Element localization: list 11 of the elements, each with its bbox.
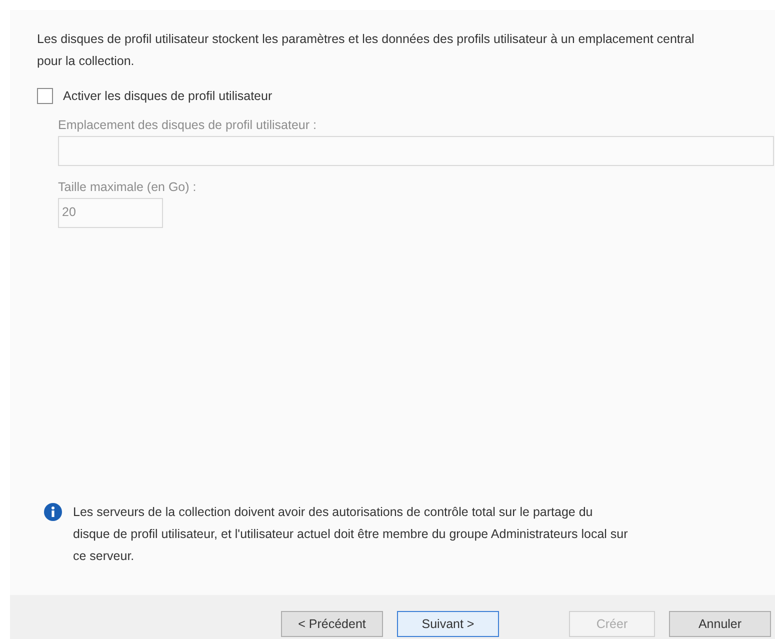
- dialog-button[interactable]: < Précédent: [281, 611, 383, 637]
- description-text: Les disques de profil utilisateur stockent les paramètres et les données des profils utilisateur à un emplacement central pour la collection.: [37, 31, 696, 70]
- dialog-button[interactable]: Annuler: [669, 611, 771, 637]
- checkbox-label: Activer les disques de profil utilisateur: [63, 89, 272, 103]
- info-message: Les serveurs de la collection doivent avoir des autorisations de contrôle total sur le partage du disque de profil utilisateur, et l'utilisateur actuel doit être membre du groupe Administrateurs local sur ce serveur.: [73, 504, 629, 565]
- input-field[interactable]: [58, 136, 774, 166]
- checkbox[interactable]: [37, 88, 53, 104]
- field-label: Taille maximale (en Go) :: [58, 180, 198, 194]
- info-icon: [44, 503, 62, 521]
- dialog-button[interactable]: Suivant >: [397, 611, 499, 637]
- field-label: Emplacement des disques de profil utilisateur :: [58, 118, 318, 132]
